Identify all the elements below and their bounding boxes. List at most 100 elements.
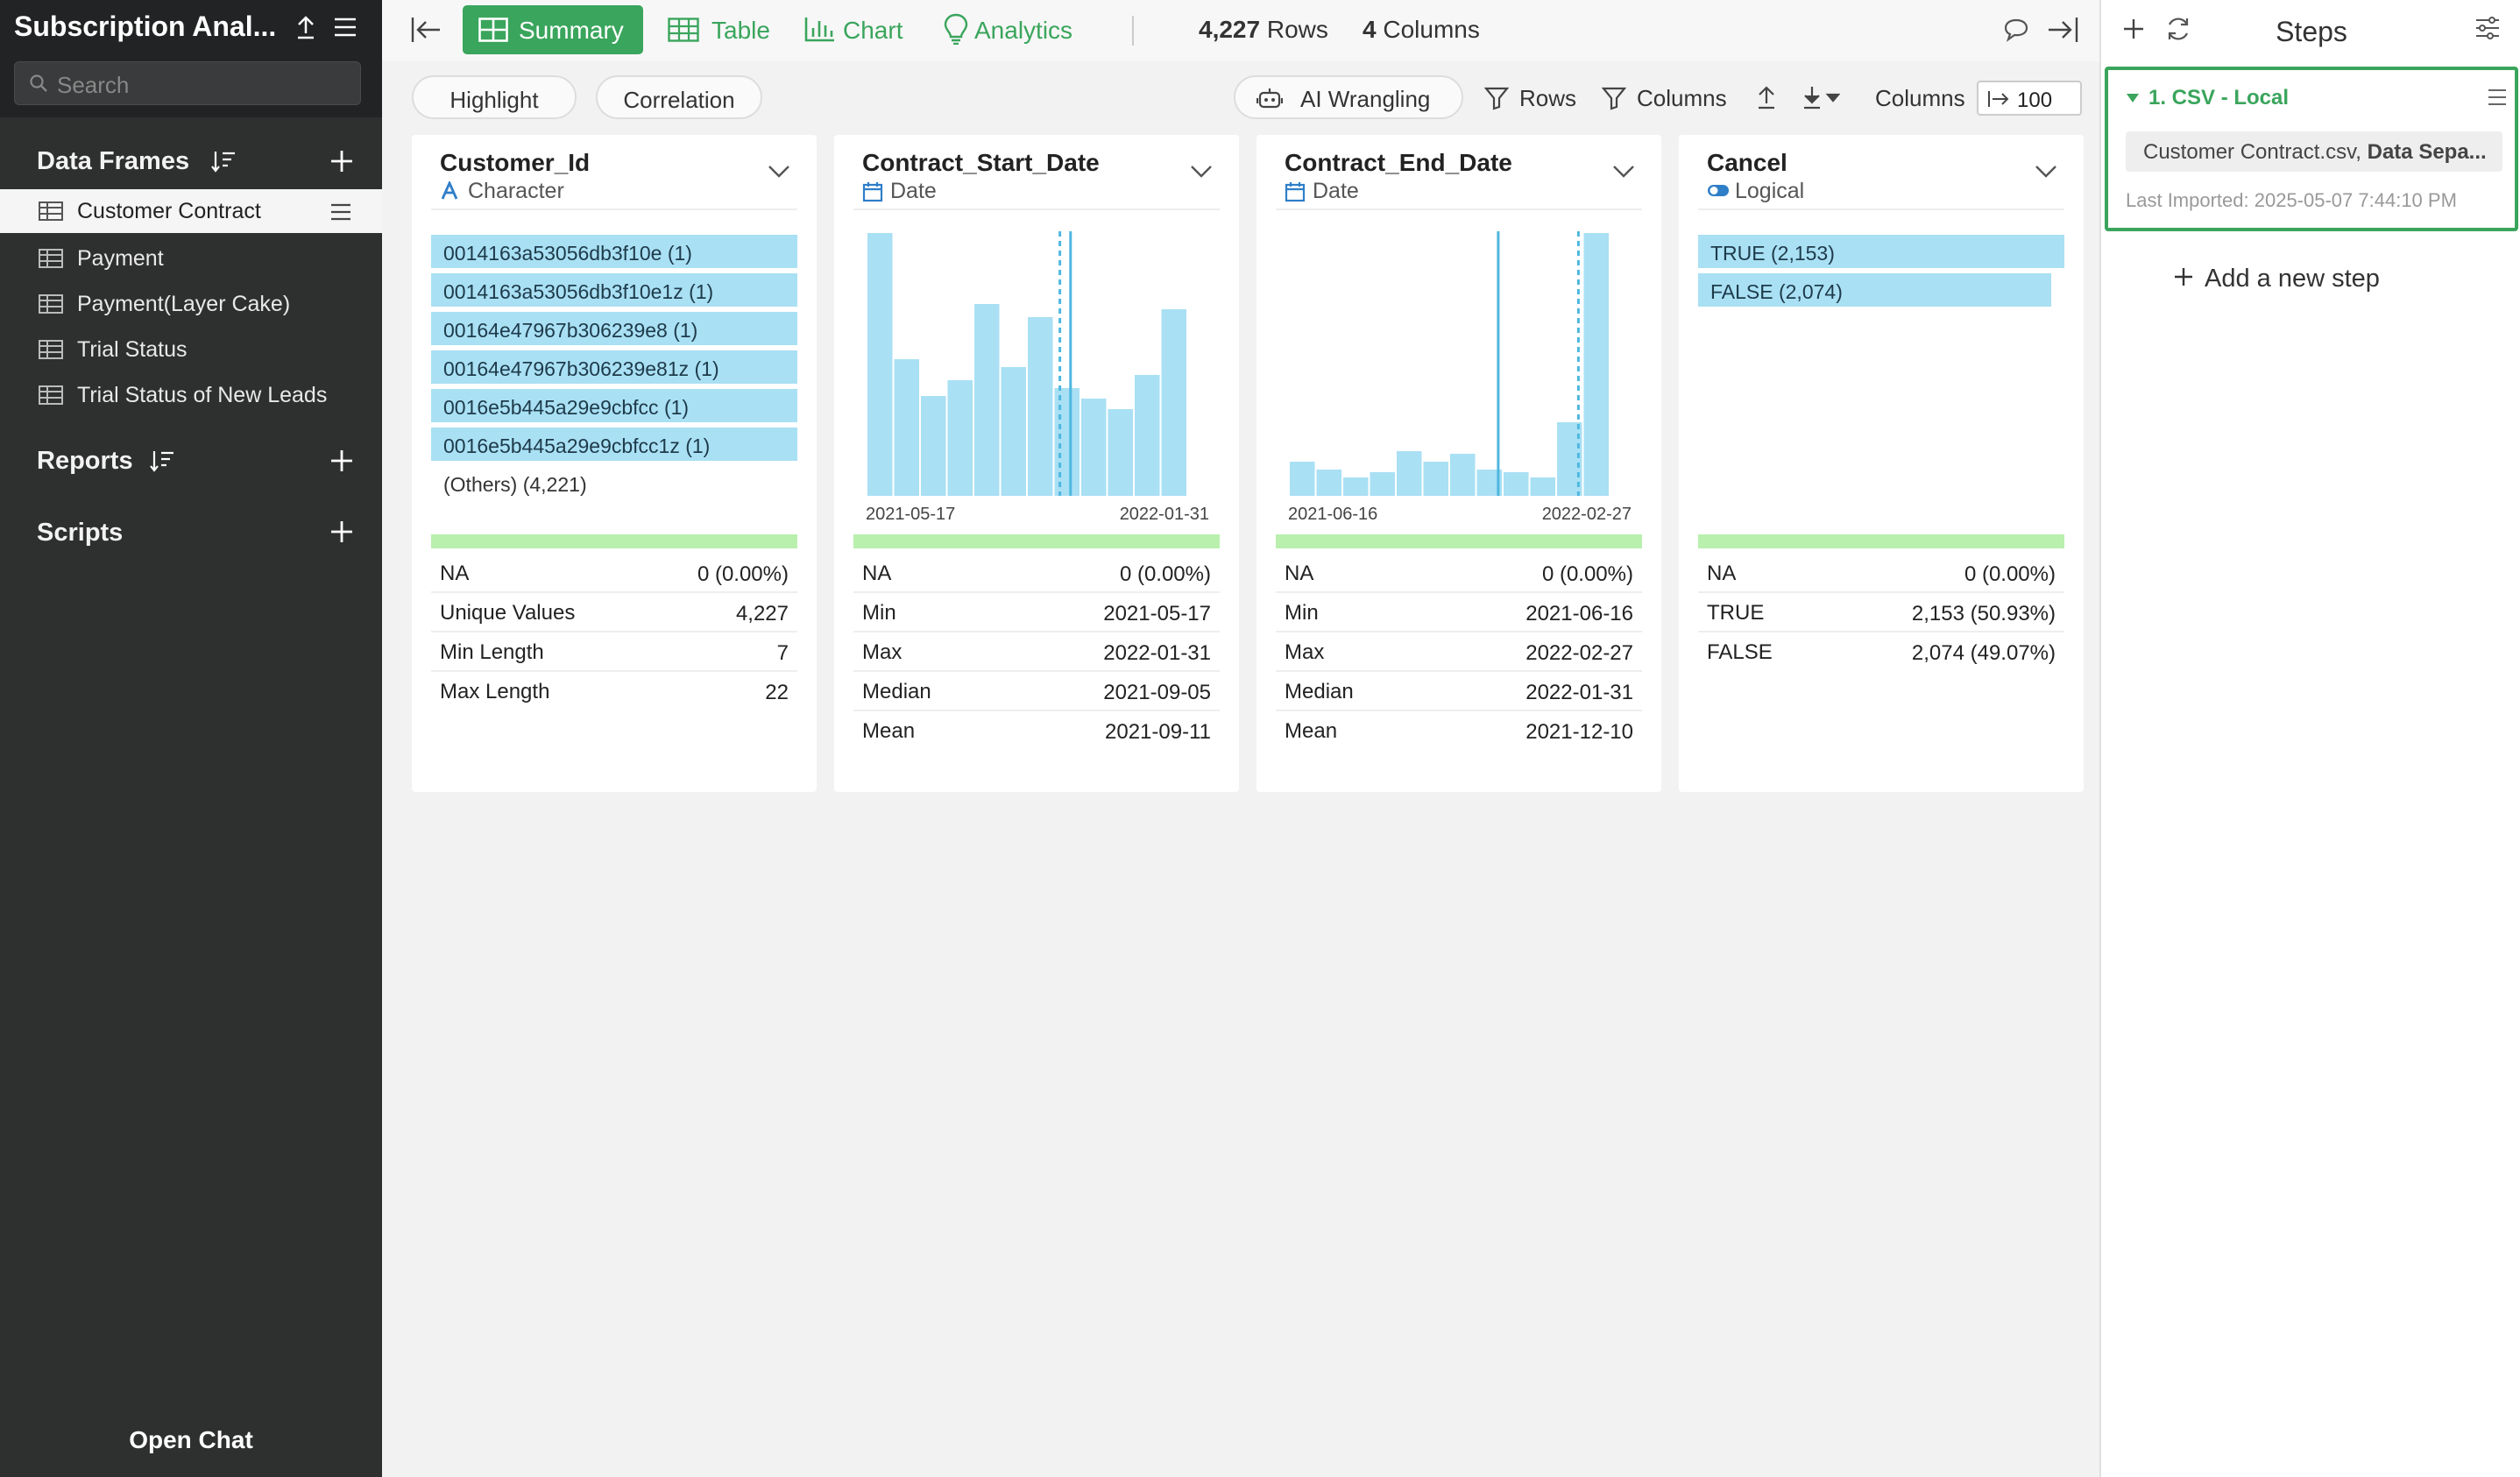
settings-sliders-icon[interactable]	[2474, 16, 2501, 40]
histogram-bar[interactable]	[894, 359, 920, 496]
stat-row-na: NA 0 (0.00%)	[1698, 554, 2064, 593]
sort-icon[interactable]	[210, 149, 237, 173]
sidebar-item-label: Payment(Layer Cake)	[77, 292, 291, 316]
step-card-csv-local[interactable]: 1. CSV - Local Customer Contract.csv, Da…	[2105, 67, 2518, 231]
item-menu-icon[interactable]	[329, 202, 352, 222]
stat-row-median: Median 2021-09-05	[853, 672, 1220, 711]
histogram-bar[interactable]	[1001, 367, 1027, 496]
histogram-bar[interactable]	[1450, 454, 1476, 496]
chevron-down-icon[interactable]	[1190, 165, 1213, 179]
add-script-icon[interactable]	[329, 519, 354, 544]
chevron-down-icon[interactable]	[1612, 165, 1635, 179]
columns-label: Columns	[1383, 16, 1480, 43]
tab-analytics[interactable]: Analytics	[939, 5, 1097, 54]
comment-icon[interactable]	[2003, 18, 2029, 42]
histogram-bar[interactable]	[867, 233, 893, 496]
sort-icon[interactable]	[149, 449, 175, 473]
step-description[interactable]: Customer Contract.csv, Data Sepa...	[2126, 131, 2502, 172]
collapse-right-panel-icon[interactable]	[2047, 16, 2080, 44]
stat-label: TRUE	[1707, 601, 1765, 625]
steps-title: Steps	[2276, 16, 2347, 47]
rows-filter-button[interactable]: Rows	[1519, 85, 1576, 112]
histogram-bar[interactable]	[1028, 317, 1053, 496]
histogram-bar[interactable]	[1135, 375, 1160, 496]
histogram-bar[interactable]	[1423, 462, 1449, 496]
histogram-bar[interactable]	[1290, 462, 1315, 496]
value-bar-false[interactable]: FALSE (2,074)	[1698, 273, 2051, 307]
top-value-bar[interactable]: 00164e47967b306239e8 (1)	[431, 312, 797, 345]
stat-value: 2021-12-10	[1525, 720, 1633, 744]
add-new-step-button[interactable]: Add a new step	[2205, 265, 2380, 293]
add-report-icon[interactable]	[329, 449, 354, 473]
histogram-bar[interactable]	[1108, 409, 1134, 496]
histogram-bar[interactable]	[921, 396, 946, 496]
histogram-bar[interactable]	[1504, 472, 1529, 496]
tab-chart[interactable]: Chart	[799, 5, 922, 54]
value-bar-true[interactable]: TRUE (2,153)	[1698, 235, 2064, 268]
columns-limit-input[interactable]: 100	[1977, 81, 2082, 116]
calendar-icon	[862, 181, 883, 202]
stat-row-mean: Mean 2021-09-11	[853, 711, 1220, 751]
sidebar-item-label: Payment	[77, 246, 164, 271]
top-value-bar[interactable]: 0014163a53056db3f10e (1)	[431, 235, 797, 268]
top-value-bar[interactable]: 0016e5b445a29e9cbfcc1z (1)	[431, 428, 797, 461]
columns-limit-label: Columns	[1875, 85, 1965, 111]
chevron-down-icon[interactable]	[768, 165, 790, 179]
add-data-frame-icon[interactable]	[329, 149, 354, 173]
column-card-cancel: Cancel Logical TRUE (2,153) FALSE (2,074…	[1679, 135, 2084, 792]
histogram-contract-end-date[interactable]	[1276, 231, 1642, 503]
main-area: Summary Table Chart Analytics 4,227 Rows	[382, 0, 2099, 1477]
axis-max-label: 2022-01-31	[1119, 505, 1209, 524]
chevron-down-icon[interactable]	[2035, 165, 2057, 179]
column-name: Contract_End_Date	[1285, 149, 1512, 176]
histogram-bar[interactable]	[1054, 388, 1080, 496]
others-count: (Others) (4,221)	[443, 473, 587, 496]
reports-heading: Reports	[37, 447, 133, 475]
histogram-bar[interactable]	[1370, 472, 1396, 496]
histogram-bar[interactable]	[1583, 233, 1610, 496]
tab-table[interactable]: Table	[661, 5, 783, 54]
histogram-bar[interactable]	[1397, 451, 1422, 496]
column-type: Date	[1313, 179, 1359, 203]
project-title[interactable]: Subscription Anal...	[14, 11, 281, 43]
table-icon	[39, 249, 63, 268]
sort-ascending-icon[interactable]	[1756, 84, 1777, 110]
histogram-bar[interactable]	[1343, 477, 1369, 496]
upload-icon[interactable]	[294, 14, 317, 40]
columns-filter-button[interactable]: Columns	[1637, 85, 1727, 112]
rows-label: Rows	[1266, 16, 1328, 43]
open-chat-button[interactable]: Open Chat	[0, 1426, 382, 1454]
histogram-bar[interactable]	[1161, 309, 1187, 496]
sidebar-item-trial-status-new-leads[interactable]: Trial Status of New Leads	[0, 373, 382, 417]
stat-row-true: TRUE 2,153 (50.93%)	[1698, 593, 2064, 632]
ai-wrangling-button[interactable]: AI Wrangling	[1234, 75, 1463, 119]
menu-icon[interactable]	[333, 16, 357, 39]
histogram-contract-start-date[interactable]	[853, 231, 1220, 503]
step-name: 1. CSV - Local	[2148, 86, 2290, 110]
histogram-bar[interactable]	[1081, 399, 1107, 496]
stat-label: NA	[1707, 562, 1737, 585]
sidebar-item-payment[interactable]: Payment	[0, 237, 382, 280]
sidebar-item-trial-status[interactable]: Trial Status	[0, 328, 382, 371]
collapse-sidebar-icon[interactable]	[410, 16, 442, 44]
sort-descending-icon[interactable]	[1802, 84, 1840, 110]
top-value-bar[interactable]: 0014163a53056db3f10e1z (1)	[431, 273, 797, 307]
sidebar-item-customer-contract[interactable]: Customer Contract	[0, 189, 382, 233]
caret-down-icon[interactable]	[2126, 93, 2140, 103]
highlight-button[interactable]: Highlight	[412, 75, 577, 119]
table-icon	[39, 385, 63, 405]
histogram-bar[interactable]	[1316, 470, 1342, 496]
arrow-right-bar-icon	[1987, 89, 2010, 109]
histogram-bar[interactable]	[1530, 477, 1556, 496]
top-value-bar[interactable]: 00164e47967b306239e81z (1)	[431, 350, 797, 384]
tab-summary[interactable]: Summary	[463, 5, 643, 54]
correlation-button[interactable]: Correlation	[596, 75, 762, 119]
top-value-bar[interactable]: 0016e5b445a29e9cbfcc (1)	[431, 389, 797, 422]
histogram-bar[interactable]	[947, 380, 973, 496]
stat-value: 2022-01-31	[1525, 681, 1633, 704]
step-menu-icon[interactable]	[2487, 88, 2508, 107]
sidebar-item-payment-layer-cake[interactable]: Payment(Layer Cake)	[0, 282, 382, 326]
stat-value: 0 (0.00%)	[1964, 562, 2056, 586]
sidebar-search-input[interactable]: Search	[14, 61, 361, 105]
histogram-bar[interactable]	[974, 304, 1000, 496]
